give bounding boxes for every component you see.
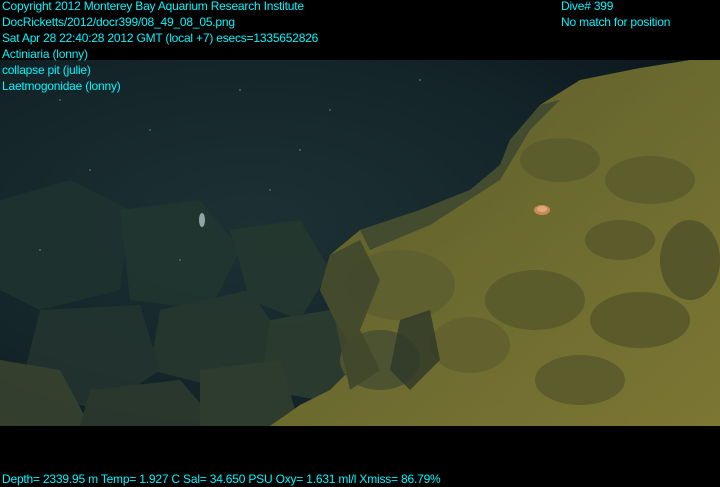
annotation-laetmogonidae: Laetmogonidae (lonny) [2, 79, 121, 93]
timestamp-line: Sat Apr 28 22:40:28 2012 GMT (local +7) … [2, 31, 319, 45]
sensor-readout: Depth= 2339.95 m Temp= 1.927 C Sal= 34.6… [2, 472, 441, 486]
header-right-info: Dive# 399 No match for position [561, 0, 670, 30]
position-status: No match for position [561, 15, 671, 29]
dive-number: Dive# 399 [561, 0, 614, 13]
header-left-annotations: Copyright 2012 Monterey Bay Aquarium Res… [2, 0, 318, 94]
copyright-line: Copyright 2012 Monterey Bay Aquarium Res… [2, 0, 304, 13]
seafloor-video-image [0, 60, 720, 426]
sea-cucumber [199, 213, 205, 227]
video-frame: Copyright 2012 Monterey Bay Aquarium Res… [0, 0, 720, 486]
annotation-actiniaria: Actiniaria (lonny) [2, 47, 88, 61]
image-filename-line: DocRicketts/2012/docr399/08_49_08_05.png [2, 15, 235, 29]
annotation-collapse-pit: collapse pit (julie) [2, 63, 91, 77]
